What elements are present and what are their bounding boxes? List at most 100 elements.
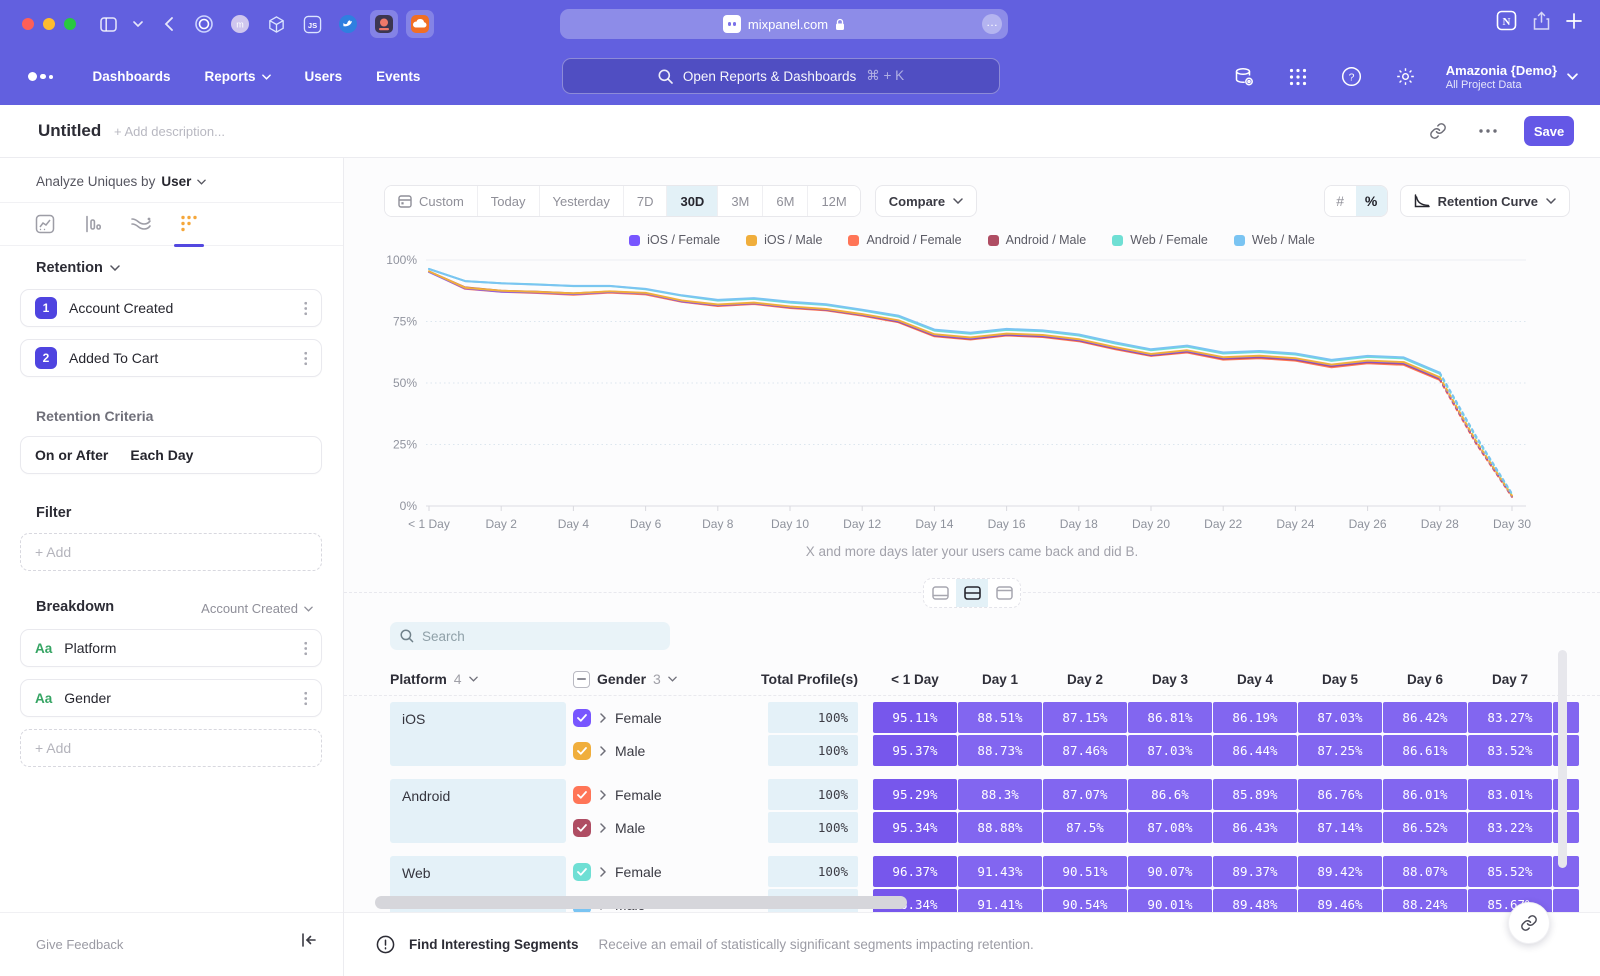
retention-value-cell[interactable]: 85.89% (1213, 779, 1297, 810)
cloud-tab-icon[interactable] (406, 10, 434, 38)
retention-step-2[interactable]: 2 Added To Cart (20, 339, 322, 377)
legend-item[interactable]: Android / Male (988, 233, 1087, 247)
retention-value-cell[interactable]: 86.52% (1383, 812, 1467, 843)
retention-value-cell[interactable]: 90.54% (1043, 889, 1127, 912)
legend-item[interactable]: iOS / Female (629, 233, 720, 247)
legend-item[interactable]: Web / Female (1112, 233, 1208, 247)
range-3m-button[interactable]: 3M (718, 186, 763, 216)
data-management-icon[interactable] (1230, 63, 1258, 91)
table-search-input[interactable]: Search (390, 622, 670, 650)
share-link-fab[interactable] (1508, 902, 1550, 944)
retention-value-cell[interactable]: 83.01% (1468, 779, 1552, 810)
platform-group-cell[interactable]: iOS (390, 702, 566, 766)
nav-item-reports[interactable]: Reports (205, 69, 271, 84)
report-title[interactable]: Untitled (38, 121, 101, 141)
js-tab-icon[interactable]: JS (298, 10, 326, 38)
platform-column-header[interactable]: Platform 4 (390, 662, 478, 696)
range-custom-button[interactable]: Custom (385, 186, 478, 216)
series-checkbox[interactable] (573, 819, 591, 837)
retention-value-cell[interactable]: 90.01% (1128, 889, 1212, 912)
series-checkbox[interactable] (573, 786, 591, 804)
breakdown-property-label[interactable]: Gender (64, 690, 111, 706)
layout-chart-focus-button[interactable] (924, 579, 956, 607)
retention-value-cell[interactable]: 86.76% (1298, 779, 1382, 810)
retention-value-cell[interactable]: 87.03% (1128, 735, 1212, 766)
share-icon[interactable] (1533, 11, 1550, 31)
day-column-header[interactable]: Day 6 (1383, 662, 1467, 696)
retention-value-cell[interactable]: 86.61% (1383, 735, 1467, 766)
minimize-window-button[interactable] (43, 18, 55, 30)
collapse-sidebar-icon[interactable] (301, 933, 317, 947)
retention-value-cell[interactable]: 86.43% (1213, 812, 1297, 843)
retention-value-cell[interactable]: 89.42% (1298, 856, 1382, 887)
breakdown-platform[interactable]: Aa Platform (20, 629, 322, 667)
global-search-button[interactable]: Open Reports & Dashboards ⌘ + K (562, 58, 1000, 94)
total-profiles-header[interactable]: Total Profile(s) (698, 662, 858, 696)
legend-item[interactable]: iOS / Male (746, 233, 822, 247)
kebab-menu-icon[interactable] (304, 351, 308, 366)
gender-column-header[interactable]: Gender 3 (573, 662, 677, 696)
retention-step-1[interactable]: 1 Account Created (20, 289, 322, 327)
retention-value-cell[interactable]: 88.51% (958, 702, 1042, 733)
notion-extension-icon[interactable]: N (1496, 10, 1517, 31)
retention-criteria-control[interactable]: On or After Each Day (20, 436, 322, 474)
browser-sidebar-icon[interactable] (94, 10, 122, 38)
project-switcher[interactable]: Amazonia {Demo} All Project Data (1446, 63, 1578, 91)
retention-value-cell[interactable]: 83.52% (1468, 735, 1552, 766)
day-column-header[interactable]: Day 7 (1468, 662, 1552, 696)
compare-button[interactable]: Compare (875, 185, 977, 217)
expand-row-icon[interactable] (600, 746, 606, 756)
gender-row-cell[interactable]: Male (573, 735, 759, 766)
retention-value-cell[interactable]: 86.01% (1383, 779, 1467, 810)
retention-value-cell[interactable]: 87.5% (1043, 812, 1127, 843)
retention-value-cell[interactable]: 91.41% (958, 889, 1042, 912)
mixpanel-logo-icon[interactable] (28, 72, 53, 81)
retention-value-cell[interactable]: 95.11% (873, 702, 957, 733)
series-checkbox[interactable] (573, 863, 591, 881)
retention-value-cell[interactable]: 83.22% (1468, 812, 1552, 843)
legend-item[interactable]: Android / Female (848, 233, 961, 247)
tab-flows[interactable] (128, 207, 154, 241)
retention-line-chart[interactable]: 0%25%50%75%100%< 1 DayDay 2Day 4Day 6Day… (384, 250, 1560, 542)
retention-value-cell[interactable]: 88.73% (958, 735, 1042, 766)
cube-tab-icon[interactable] (262, 10, 290, 38)
retention-value-cell[interactable]: 87.14% (1298, 812, 1382, 843)
retention-value-cell[interactable]: 90.51% (1043, 856, 1127, 887)
target-tab-icon[interactable] (190, 10, 218, 38)
retention-value-cell[interactable]: 91.43% (958, 856, 1042, 887)
bird-tab-icon[interactable] (334, 10, 362, 38)
day-column-header[interactable]: Day 3 (1128, 662, 1212, 696)
day-column-header[interactable]: Day 4 (1213, 662, 1297, 696)
series-checkbox[interactable] (573, 742, 591, 760)
retention-value-cell[interactable]: 85.52% (1468, 856, 1552, 887)
series-checkbox[interactable] (573, 709, 591, 727)
retention-value-cell[interactable]: 88.24% (1383, 889, 1467, 912)
criteria-mode[interactable]: On or After (35, 447, 108, 463)
retention-value-cell[interactable]: 87.15% (1043, 702, 1127, 733)
range-today-button[interactable]: Today (478, 186, 540, 216)
more-options-icon[interactable] (1474, 117, 1502, 145)
count-toggle-button[interactable]: # (1325, 186, 1356, 216)
tab-funnels[interactable] (80, 207, 106, 241)
save-button[interactable]: Save (1524, 116, 1574, 146)
vertical-scrollbar[interactable] (1558, 650, 1567, 868)
kebab-menu-icon[interactable] (304, 691, 308, 706)
criteria-interval[interactable]: Each Day (130, 447, 193, 463)
select-all-checkbox[interactable] (573, 671, 590, 688)
tab-retention[interactable] (176, 207, 202, 241)
filter-add-button[interactable]: + Add (20, 533, 322, 571)
retention-value-cell[interactable]: 86.6% (1128, 779, 1212, 810)
horizontal-scrollbar[interactable] (375, 896, 907, 909)
close-window-button[interactable] (22, 18, 34, 30)
breakdown-add-button[interactable]: + Add (20, 729, 322, 767)
range-7d-button[interactable]: 7D (624, 186, 668, 216)
help-icon[interactable]: ? (1338, 63, 1366, 91)
expand-row-icon[interactable] (600, 867, 606, 877)
day-column-header[interactable]: < 1 Day (873, 662, 957, 696)
chart-view-selector[interactable]: Retention Curve (1400, 185, 1570, 217)
retention-value-cell[interactable]: 88.3% (958, 779, 1042, 810)
expand-row-icon[interactable] (600, 713, 606, 723)
percent-toggle-button[interactable]: % (1356, 186, 1387, 216)
retention-value-cell[interactable]: 86.42% (1383, 702, 1467, 733)
report-description-placeholder[interactable]: + Add description... (114, 124, 225, 139)
